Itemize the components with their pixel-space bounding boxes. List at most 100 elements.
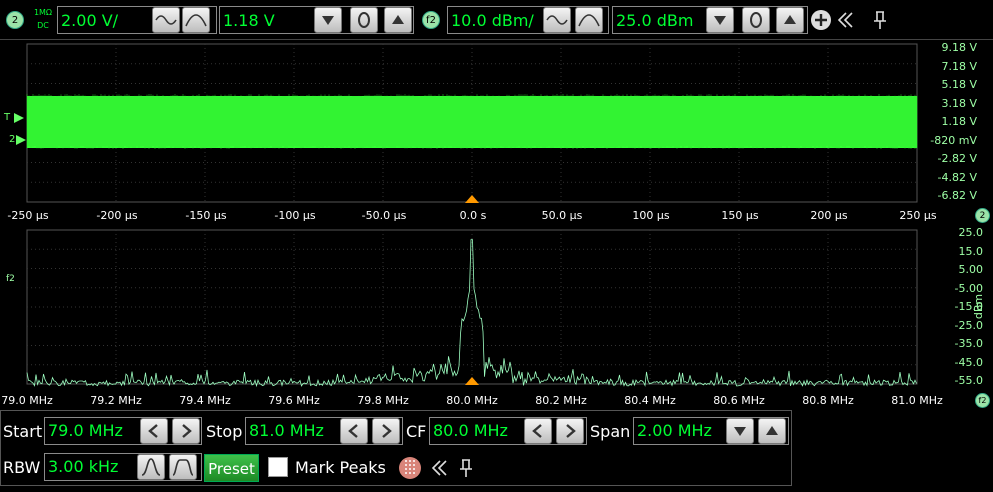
peak-marker-icon[interactable] — [398, 456, 422, 480]
channel-arrow-icon — [16, 135, 28, 145]
chevron-up-icon — [777, 8, 803, 32]
freq-y-tick-label: 25.0 — [907, 226, 983, 239]
fft-marker[interactable]: f2 — [6, 274, 15, 284]
freq-x-tick-label: 80.2 MHz — [535, 394, 587, 407]
freq-x-tick-label: 80.4 MHz — [624, 394, 676, 407]
span-up-button[interactable] — [758, 418, 786, 444]
time-domain-plot[interactable] — [0, 40, 993, 226]
scale-decrease-button[interactable] — [152, 7, 180, 33]
start-left-button[interactable] — [140, 418, 168, 444]
time-x-tick-label: 250 µs — [899, 209, 936, 222]
spectrum-plot[interactable] — [0, 226, 993, 410]
chevron-left-icon — [341, 419, 367, 443]
chevron-down-icon — [707, 8, 733, 32]
rbw-decrease-button[interactable] — [137, 454, 165, 480]
freq-x-tick-label: 79.4 MHz — [179, 394, 231, 407]
trigger-marker[interactable]: T — [4, 112, 10, 123]
time-x-tick-label: -100 µs — [274, 209, 315, 222]
scale-increase-button[interactable] — [182, 7, 210, 33]
freq-y-tick-label: -5.00 — [907, 282, 983, 295]
chevron-left-icon — [525, 419, 551, 443]
channel-marker[interactable]: 2 — [9, 134, 15, 145]
wave-icon — [153, 8, 179, 32]
time-x-tick-label: -200 µs — [96, 209, 137, 222]
freq-x-tick-label: 81.0 MHz — [891, 394, 943, 407]
time-y-tick-label: 9.18 V — [901, 41, 977, 54]
start-right-button[interactable] — [172, 418, 200, 444]
chevron-right-icon — [173, 419, 199, 443]
fft-scale-decrease-button[interactable] — [543, 7, 571, 33]
offset-up-button[interactable] — [384, 7, 412, 33]
time-trace — [27, 94, 917, 149]
wave-icon — [544, 8, 570, 32]
freq-y-tick-label: -25.0 — [907, 319, 983, 332]
wave-icon — [576, 8, 602, 32]
chevron-right-icon — [373, 419, 399, 443]
fft-channel-badge[interactable]: f2 — [975, 393, 990, 408]
freq-x-tick-label: 79.8 MHz — [357, 394, 409, 407]
freq-x-tick-label: 79.0 MHz — [1, 394, 53, 407]
fft-ref-down-button[interactable] — [706, 7, 734, 33]
trigger-arrow-icon — [14, 113, 26, 123]
offset-down-button[interactable] — [314, 7, 342, 33]
freq-x-tick-label: 79.2 MHz — [90, 394, 142, 407]
freq-x-tick-label: 80.8 MHz — [802, 394, 854, 407]
cf-right-button[interactable] — [556, 418, 584, 444]
span-down-button[interactable] — [726, 418, 754, 444]
time-x-tick-label: -250 µs — [7, 209, 48, 222]
channel-badge[interactable]: 2 — [6, 11, 24, 29]
fft-scale-increase-button[interactable] — [575, 7, 603, 33]
cf-left-button[interactable] — [524, 418, 552, 444]
mark-peaks-label: Mark Peaks — [295, 454, 386, 482]
add-icon[interactable] — [810, 9, 832, 31]
chevron-up-icon — [759, 419, 785, 443]
chevron-down-icon — [727, 419, 753, 443]
coupling-mode: DC — [30, 19, 56, 32]
collapse-icon[interactable] — [836, 10, 856, 30]
freq-y-tick-label: 15.0 — [907, 245, 983, 258]
time-x-tick-label: 0.0 s — [460, 209, 487, 222]
freq-x-tick-label: 80.0 MHz — [446, 394, 498, 407]
zero-icon — [743, 8, 769, 32]
freq-x-tick-label: 79.6 MHz — [268, 394, 320, 407]
start-label: Start — [3, 418, 42, 446]
time-x-tick-label: 150 µs — [721, 209, 758, 222]
time-x-tick-label: 200 µs — [810, 209, 847, 222]
pin-icon[interactable] — [456, 457, 476, 479]
offset-zero-button[interactable] — [350, 7, 378, 33]
zero-icon — [351, 8, 377, 32]
coupling-indicator[interactable]: 1MΩ DC — [30, 6, 56, 34]
freq-x-tick-label: 80.6 MHz — [713, 394, 765, 407]
fft-ref-zero-button[interactable] — [742, 7, 770, 33]
fft-badge[interactable]: f2 — [422, 11, 440, 29]
pulse-wide-icon — [170, 455, 196, 479]
chevron-up-icon — [385, 8, 411, 32]
span-label: Span — [590, 418, 630, 446]
time-y-tick-label: 3.18 V — [901, 97, 977, 110]
pin-icon[interactable] — [870, 9, 890, 31]
stop-right-button[interactable] — [372, 418, 400, 444]
preset-button[interactable]: Preset — [204, 454, 259, 482]
fft-ref-up-button[interactable] — [776, 7, 804, 33]
freq-y-tick-label: -35.0 — [907, 337, 983, 350]
stop-label: Stop — [206, 418, 242, 446]
time-y-tick-label: -2.82 V — [901, 152, 977, 165]
spectrum-controls: Start 79.0 MHz Stop 81.0 MHz CF 80.0 MHz… — [0, 410, 993, 492]
time-y-tick-label: -820 mV — [901, 134, 977, 147]
wave-icon — [183, 8, 209, 32]
time-x-tick-label: -150 µs — [185, 209, 226, 222]
time-x-tick-label: 100 µs — [632, 209, 669, 222]
time-y-tick-label: 1.18 V — [901, 115, 977, 128]
stop-left-button[interactable] — [340, 418, 368, 444]
coupling-impedance: 1MΩ — [30, 6, 56, 19]
chevron-right-icon — [557, 419, 583, 443]
time-channel-badge[interactable]: 2 — [975, 208, 990, 223]
collapse-icon[interactable] — [430, 458, 450, 478]
cf-label: CF — [406, 418, 426, 446]
rbw-increase-button[interactable] — [169, 454, 197, 480]
time-x-tick-label: 50.0 µs — [542, 209, 583, 222]
mark-peaks-checkbox[interactable] — [268, 457, 288, 477]
chevron-left-icon — [141, 419, 167, 443]
time-y-tick-label: -6.82 V — [901, 189, 977, 202]
time-y-tick-label: -4.82 V — [901, 171, 977, 184]
